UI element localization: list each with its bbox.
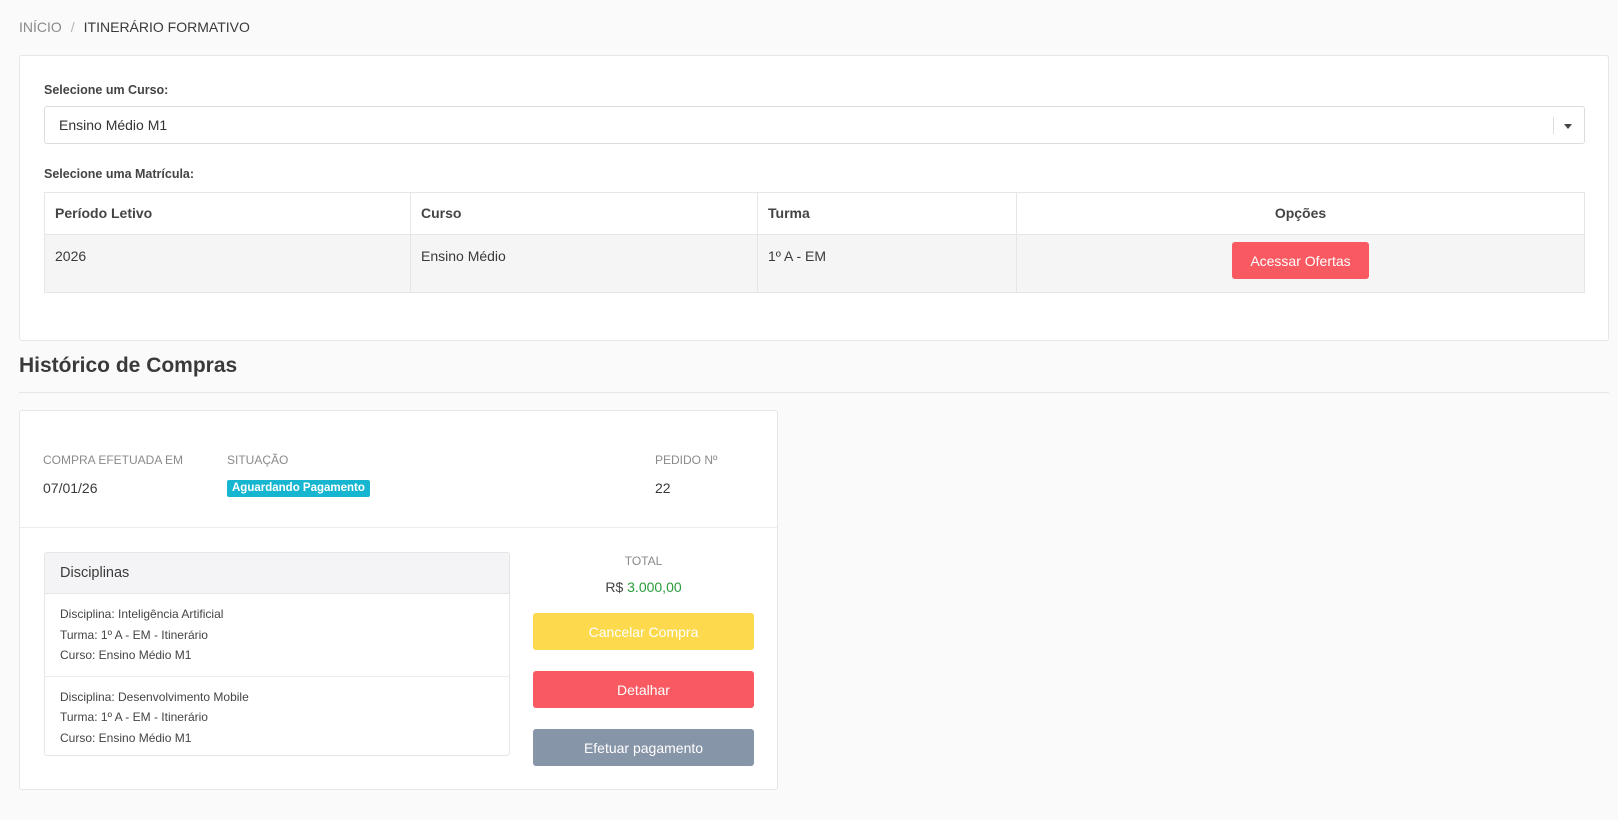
total-amount: 3.000,00 [627, 579, 682, 595]
col-periodo: Período Letivo [44, 192, 411, 235]
enrollment-table: Período Letivo Curso Turma Opções 2026 E… [44, 192, 1585, 293]
breadcrumb-home-link[interactable]: INÍCIO [19, 19, 62, 35]
discipline-name: Disciplina: Inteligência Artificial [60, 607, 224, 621]
col-opcoes: Opções [1016, 192, 1585, 235]
status-badge: Aguardando Pagamento [227, 480, 370, 497]
pay-button[interactable]: Efetuar pagamento [533, 729, 754, 766]
course-select-label: Selecione um Curso: [44, 83, 169, 97]
disciplines-panel: Disciplinas Disciplina: Inteligência Art… [44, 552, 510, 756]
details-button[interactable]: Detalhar [533, 671, 754, 708]
order-label: PEDIDO Nº [655, 453, 718, 467]
history-title: Histórico de Compras [19, 354, 238, 377]
purchase-date-label: COMPRA EFETUADA EM [43, 453, 184, 467]
purchase-divider [20, 527, 777, 528]
breadcrumb: INÍCIO / ITINERÁRIO FORMATIVO [19, 19, 250, 35]
table-header-row: Período Letivo Curso Turma Opções [44, 192, 1585, 235]
order-number: 22 [655, 480, 671, 496]
course-select-value: Ensino Médio M1 [59, 117, 168, 133]
enrollment-card: Selecione um Curso: Ensino Médio M1 Sele… [19, 55, 1609, 341]
access-offers-button[interactable]: Acessar Ofertas [1232, 242, 1369, 279]
discipline-class: Turma: 1º A - EM - Itinerário [60, 710, 208, 724]
discipline-name: Disciplina: Desenvolvimento Mobile [60, 689, 249, 704]
breadcrumb-separator: / [70, 19, 75, 35]
status-label: SITUAÇÃO [227, 453, 289, 467]
list-item: Disciplina: Inteligência Artificial Turm… [45, 594, 509, 676]
enrollment-label: Selecione uma Matrícula: [44, 167, 195, 181]
currency-symbol: R$ [605, 579, 624, 595]
cell-curso: Ensino Médio [410, 234, 758, 293]
col-turma: Turma [757, 192, 1017, 235]
course-select[interactable]: Ensino Médio M1 [44, 106, 1585, 144]
total-value: R$ 3.000,00 [533, 579, 754, 595]
purchase-date: 07/01/26 [43, 480, 98, 496]
discipline-class: Turma: 1º A - EM - Itinerário [60, 627, 208, 642]
select-divider [1553, 117, 1554, 134]
purchase-card: COMPRA EFETUADA EM 07/01/26 SITUAÇÃO Agu… [19, 410, 778, 790]
list-item: Disciplina: Desenvolvimento Mobile Turma… [45, 675, 509, 756]
cancel-purchase-button[interactable]: Cancelar Compra [533, 613, 754, 650]
cell-opcoes: Acessar Ofertas [1016, 234, 1585, 293]
total-label: TOTAL [624, 554, 663, 568]
breadcrumb-current: ITINERÁRIO FORMATIVO [83, 19, 250, 35]
cell-periodo: 2026 [44, 234, 411, 293]
discipline-course: Curso: Ensino Médio M1 [60, 648, 192, 662]
chevron-down-icon[interactable] [1564, 124, 1572, 129]
col-curso: Curso [410, 192, 758, 235]
cell-turma: 1º A - EM [757, 234, 1017, 293]
section-divider [19, 392, 1609, 393]
disciplines-title: Disciplinas [45, 553, 509, 594]
table-row: 2026 Ensino Médio 1º A - EM Acessar Ofer… [44, 234, 1585, 293]
discipline-course: Curso: Ensino Médio M1 [60, 730, 192, 745]
